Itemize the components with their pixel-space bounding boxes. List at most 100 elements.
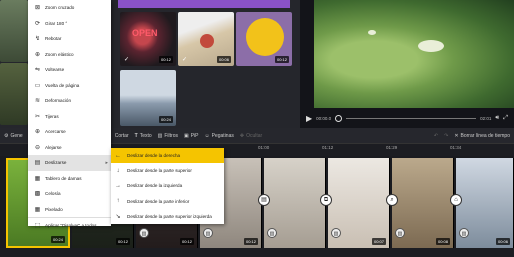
filter-icon: ▥: [157, 132, 163, 139]
menu-item-label: Zoom cruzado: [45, 5, 75, 11]
toolbar-label: PiP: [190, 132, 199, 139]
rotate-icon: ⟳: [34, 20, 41, 27]
duration-badge: 00:12: [158, 56, 173, 63]
slide-option[interactable]: ↑ Deslizar desde la parte inferior: [111, 194, 224, 209]
menu-item-label: Pixelado: [45, 206, 63, 212]
menu-item-label: Voltearse: [45, 67, 65, 73]
crossed-zoom-icon: ⊠: [34, 5, 41, 12]
menu-item-crossed-zoom[interactable]: ⊠ Zoom cruzado: [28, 0, 111, 16]
transition-icon[interactable]: ▥: [459, 228, 469, 238]
toolbar-pip-button[interactable]: ▣ PiP: [184, 133, 199, 139]
duration-badge: 00:08: [435, 238, 450, 245]
menu-item-zoom-out[interactable]: ⊖ Alejarse: [28, 140, 111, 156]
duration-badge: 00:12: [179, 238, 194, 245]
toolbar-label: Pegatinas: [211, 132, 234, 139]
transition-icon[interactable]: ▥: [395, 228, 405, 238]
play-icon[interactable]: ▶: [306, 114, 312, 123]
slide-option[interactable]: ↘ Deslizar desde la parte superior izquie…: [111, 209, 224, 224]
clear-timeline-button[interactable]: ✕ Borrar línea de tiempo: [454, 133, 510, 139]
toolbar-hide-button[interactable]: ✥ Ocultar: [240, 133, 262, 139]
search-icon[interactable]: ⌕: [386, 194, 398, 206]
menu-item-zoom-in[interactable]: ⊕ Acercarse: [28, 124, 111, 140]
copy-clip-icon[interactable]: ⧉: [320, 194, 332, 206]
transition-icon[interactable]: ▥: [331, 228, 341, 238]
menu-item-label: Deformación: [45, 98, 72, 104]
slide-option-label: Deslizar desde la izquierda: [127, 183, 183, 189]
slide-option[interactable]: → Deslizar desde la izquierda: [111, 178, 224, 193]
menu-item-apply-all[interactable]: ⬚ Aplicar "Disolver" a todos: [28, 217, 111, 233]
menu-item-label: Deslizarse: [45, 160, 67, 166]
media-thumb-fruit[interactable]: ✓ 00:06: [178, 12, 234, 66]
menu-item-lattice[interactable]: ▩ Celosía: [28, 186, 111, 202]
selection-strip: [118, 0, 290, 8]
fullscreen-icon[interactable]: ⤢: [503, 115, 508, 122]
home-clip-icon[interactable]: ⌂: [450, 194, 462, 206]
toolbar-cut-button[interactable]: Cortar: [115, 133, 129, 139]
scrubber-track[interactable]: [346, 117, 477, 119]
move-icon: ✥: [239, 132, 245, 139]
toolbar-label: Gene: [10, 132, 23, 139]
duration-badge: 00:12: [243, 238, 258, 245]
menu-item-rotate[interactable]: ⟳ Girar 180 °: [28, 16, 111, 32]
text-clip-icon[interactable]: ▤: [258, 194, 270, 206]
media-thumb-woman[interactable]: [0, 0, 28, 62]
toolbar-label: Texto: [139, 132, 152, 139]
gear-icon: ⚙: [4, 132, 9, 139]
scrubber-handle[interactable]: [335, 114, 343, 122]
menu-item-flip[interactable]: ⇋ Voltearse: [28, 62, 111, 78]
volume-icon[interactable]: 🔊︎: [495, 115, 499, 122]
menu-item-page-turn[interactable]: ▭ Vuelta de página: [28, 78, 111, 94]
slide-option-label: Deslizar desde la parte superior: [127, 168, 192, 174]
menu-item-label: Tijeras: [45, 113, 59, 119]
duration-badge: 00:06: [216, 56, 231, 63]
menu-item-label: Alejarse: [45, 144, 62, 150]
menu-item-label: Celosía: [45, 191, 61, 197]
zoom-out-icon: ⊖: [34, 144, 41, 151]
media-thumb-neon-sign[interactable]: OPEN ✓ 00:12: [120, 12, 176, 66]
elastic-zoom-icon: ⊕: [34, 51, 41, 58]
lattice-icon: ▩: [34, 191, 41, 198]
menu-item-scissors[interactable]: ✂ Tijeras: [28, 109, 111, 125]
transition-icon[interactable]: ▥: [203, 228, 213, 238]
transition-icon[interactable]: ▥: [139, 228, 149, 238]
toolbar-gen-button[interactable]: ⚙ Gene: [4, 133, 23, 139]
media-thumb-plant[interactable]: [0, 63, 28, 125]
menu-item-warp[interactable]: ≋ Deformación: [28, 93, 111, 109]
menu-item-slide[interactable]: ▤ Deslizarse ▸: [28, 155, 111, 171]
menu-item-pixelate[interactable]: ▦ Pixelado: [28, 202, 111, 218]
menu-item-elastic-zoom[interactable]: ⊕ Zoom elástico: [28, 47, 111, 63]
transition-icon[interactable]: ▥: [267, 228, 277, 238]
menu-item-checkerboard[interactable]: ▦ Tablero de damas: [28, 171, 111, 187]
menu-item-label: Zoom elástico: [45, 51, 74, 57]
arrow-down-right-icon: ↘: [115, 213, 121, 220]
transition-effects-menu: ⊠ Zoom cruzado ⟳ Girar 180 ° ↯ Rebotar ⊕ Zoom e…: [28, 0, 111, 229]
warp-icon: ≋: [34, 98, 41, 105]
menu-item-bounce[interactable]: ↯ Rebotar: [28, 31, 111, 47]
menu-item-label: Rebotar: [45, 36, 62, 42]
toolbar-text-button[interactable]: T Texto: [135, 133, 152, 139]
slide-option-label: Deslizar desde la derecha: [127, 153, 181, 159]
current-time: 00:00.0: [316, 115, 332, 121]
duration-badge: 00:24: [50, 236, 65, 243]
total-time: 02:01: [480, 115, 492, 121]
toolbar-filters-button[interactable]: ▥ Filtros: [158, 133, 178, 139]
arrow-down-icon: ↓: [116, 167, 120, 174]
media-thumb-sun[interactable]: 00:12: [236, 12, 292, 66]
media-thumb-mountains[interactable]: 00:24: [120, 70, 176, 126]
checkmark-icon: ✓: [182, 57, 188, 63]
duration-badge: 00:24: [158, 116, 173, 123]
checkerboard-icon: ▦: [34, 175, 41, 182]
ruler-tick: 01:00: [258, 145, 270, 150]
scissors-icon: ✂: [34, 113, 41, 120]
page-turn-icon: ▭: [34, 82, 41, 89]
duration-badge: 00:07: [371, 238, 386, 245]
undo-icon[interactable]: ↶: [434, 133, 438, 139]
menu-item-label: Tablero de damas: [45, 175, 82, 181]
redo-icon[interactable]: ↷: [444, 133, 448, 139]
sand-bunker-shape: [418, 40, 444, 52]
preview-frame: [314, 0, 514, 108]
chevron-right-icon: ▸: [105, 159, 108, 166]
slide-option[interactable]: ← Deslizar desde la derecha: [111, 148, 224, 164]
toolbar-stickers-button[interactable]: ☺ Pegatinas: [205, 133, 234, 139]
slide-option[interactable]: ↓ Deslizar desde la parte superior: [111, 163, 224, 178]
